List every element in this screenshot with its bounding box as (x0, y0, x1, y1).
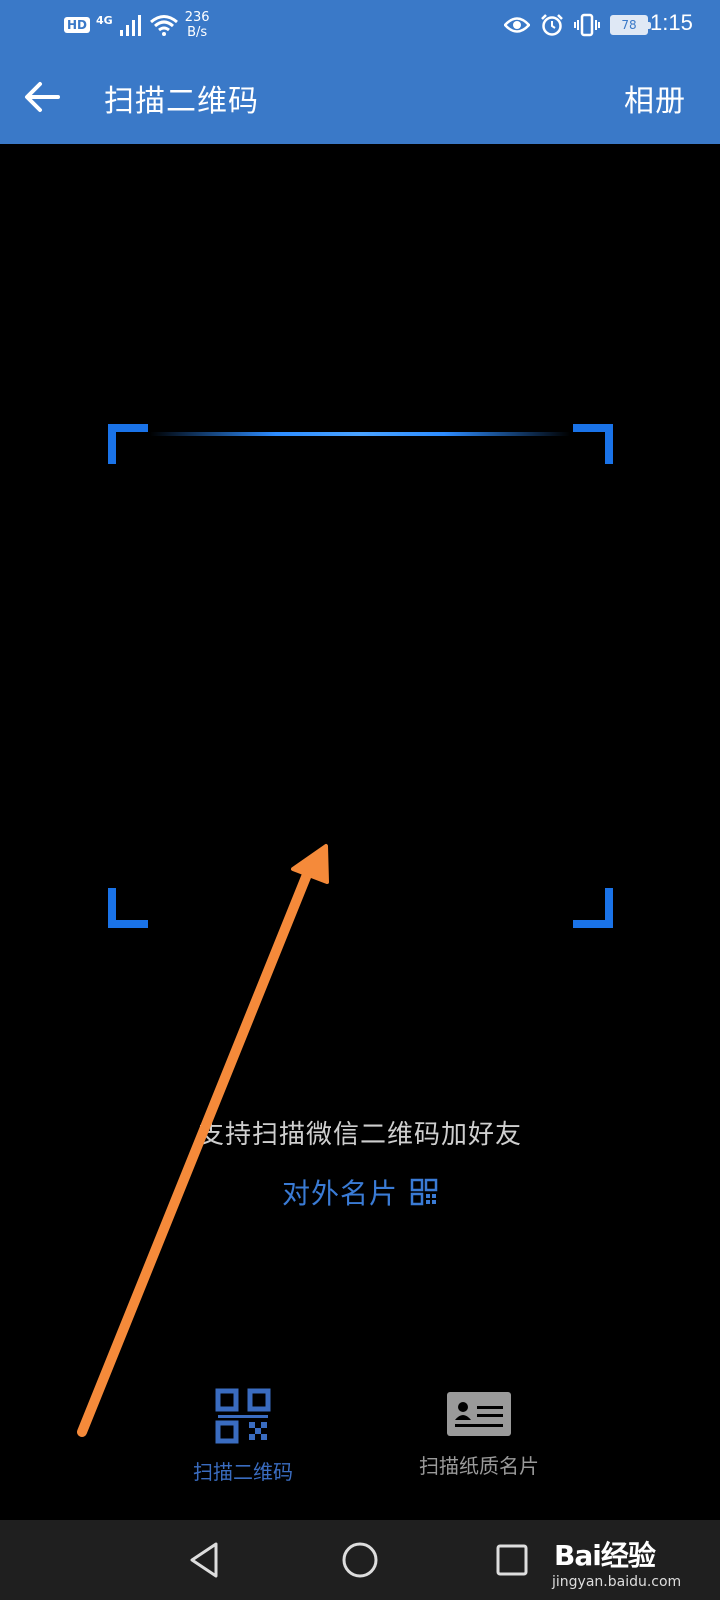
status-left: HD 4G 236 B/s (64, 8, 210, 42)
qr-code-icon (215, 1388, 271, 1444)
mode-scan-qr-label: 扫描二维码 (193, 1460, 293, 1484)
circle-home-icon (342, 1542, 378, 1578)
wifi-icon (149, 15, 178, 36)
scan-frame-corner-bottom-right (573, 888, 613, 928)
scan-line (150, 432, 570, 436)
watermark-url: jingyan.baidu.com (552, 1574, 682, 1590)
hd-badge: HD (64, 17, 91, 33)
signal-icon (119, 15, 141, 36)
square-recent-icon (496, 1544, 528, 1576)
network-speed-unit: B/s (187, 25, 208, 40)
baidu-jingyan-watermark: Bai经验 jingyan.baidu.com (550, 1518, 720, 1598)
status-time: 1:15 (650, 10, 693, 35)
mode-scan-paper-card[interactable]: 扫描纸质名片 (404, 1388, 554, 1479)
business-card-icon (447, 1392, 511, 1436)
arrow-left-icon (25, 82, 60, 112)
scan-hint-text: 支持扫描微信二维码加好友 (197, 1120, 522, 1150)
top-bar: HD 4G 236 B/s 78 1:15 扫描二维码 相册 (0, 0, 720, 144)
app-header: 扫描二维码 相册 (0, 50, 720, 144)
scan-frame-corner-top-left (108, 424, 148, 464)
triangle-back-icon (190, 1542, 218, 1578)
back-button[interactable] (20, 75, 64, 119)
page-title: 扫描二维码 (104, 84, 259, 119)
nav-recent-button[interactable] (490, 1538, 534, 1582)
network-type: 4G (96, 13, 113, 27)
alarm-icon (541, 14, 563, 36)
eye-icon (504, 17, 530, 33)
scan-frame-corner-bottom-left (108, 888, 148, 928)
screen: HD 4G 236 B/s 78 1:15 扫描二维码 相册 支持扫描微信二维码… (0, 0, 720, 1600)
nav-back-button[interactable] (184, 1538, 228, 1582)
network-speed: 236 B/s (185, 10, 210, 40)
status-bar: HD 4G 236 B/s 78 1:15 (0, 0, 720, 48)
scan-frame-corner-top-right (573, 424, 613, 464)
network-speed-value: 236 (184, 10, 210, 25)
album-button[interactable]: 相册 (624, 76, 686, 120)
external-card-link[interactable]: 对外名片 (0, 1172, 720, 1212)
battery-indicator: 78 (610, 15, 651, 35)
mode-scan-qr[interactable]: 扫描二维码 (178, 1388, 308, 1485)
annotation-arrow (77, 844, 329, 1437)
qr-code-small-icon (410, 1178, 438, 1206)
mode-scan-paper-card-label: 扫描纸质名片 (419, 1454, 539, 1478)
status-right: 78 (504, 8, 651, 42)
external-card-label: 对外名片 (281, 1177, 398, 1210)
watermark-logo: Bai经验 (554, 1539, 656, 1572)
nav-home-button[interactable] (338, 1538, 382, 1582)
vibrate-icon (574, 13, 600, 37)
